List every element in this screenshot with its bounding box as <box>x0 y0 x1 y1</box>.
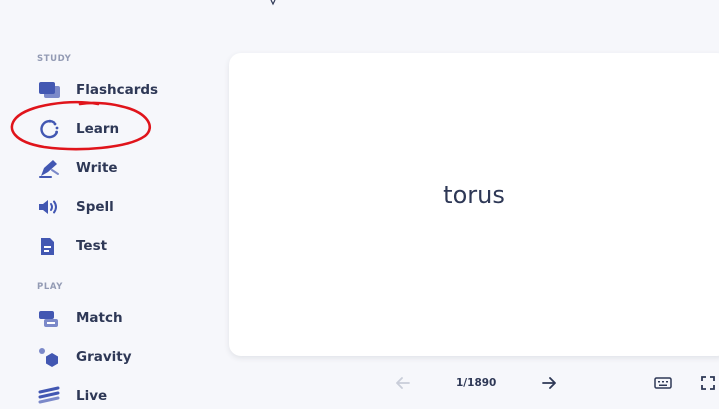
study-section-label: STUDY <box>37 54 72 64</box>
sidebar-item-flashcards[interactable]: Flashcards <box>38 77 158 103</box>
test-icon <box>38 236 62 256</box>
keyboard-icon <box>654 377 672 389</box>
previous-button[interactable] <box>394 374 412 392</box>
arrow-right-icon <box>542 377 556 389</box>
match-icon <box>38 308 62 328</box>
play-section-label: PLAY <box>37 282 63 292</box>
fullscreen-button[interactable] <box>700 375 716 391</box>
write-icon <box>38 158 62 178</box>
learn-icon <box>38 119 62 139</box>
gravity-icon <box>38 347 62 367</box>
sidebar-item-label: Write <box>76 160 118 176</box>
sidebar-item-label: Live <box>76 388 108 404</box>
live-icon <box>38 386 62 406</box>
sidebar-item-label: Spell <box>76 199 114 215</box>
sidebar-item-write[interactable]: Write <box>38 155 118 181</box>
sidebar-item-live[interactable]: Live <box>38 383 107 409</box>
arrow-left-icon <box>396 377 410 389</box>
sidebar-item-learn[interactable]: Learn <box>38 116 119 142</box>
sidebar-item-gravity[interactable]: Gravity <box>38 344 132 370</box>
card-term: torus <box>443 181 505 209</box>
next-button[interactable] <box>540 374 558 392</box>
fullscreen-icon <box>701 376 715 390</box>
sidebar-item-label: Flashcards <box>76 82 159 98</box>
flashcards-icon <box>38 80 62 100</box>
flashcard[interactable]: torus <box>229 53 719 356</box>
sidebar-item-label: Gravity <box>76 349 132 365</box>
keyboard-shortcuts-button[interactable] <box>654 376 672 390</box>
sidebar-item-label: Test <box>76 238 108 254</box>
cropped-text-fragment <box>270 0 276 6</box>
sidebar-item-match[interactable]: Match <box>38 305 123 331</box>
sidebar-item-test[interactable]: Test <box>38 233 107 259</box>
spell-icon <box>38 197 62 217</box>
sidebar-item-spell[interactable]: Spell <box>38 194 114 220</box>
sidebar-item-label: Learn <box>76 121 120 137</box>
card-counter: 1/1890 <box>456 377 497 389</box>
sidebar-item-label: Match <box>76 310 123 326</box>
